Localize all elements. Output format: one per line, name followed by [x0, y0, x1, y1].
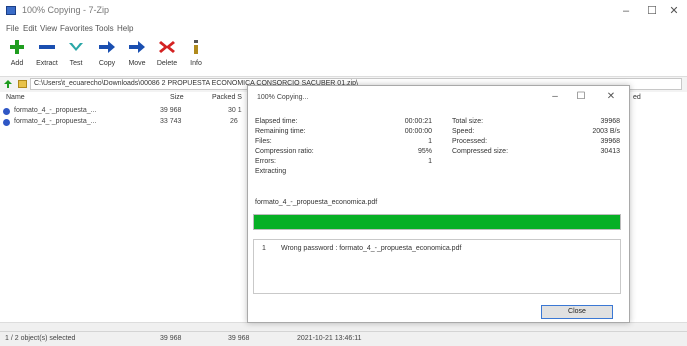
files-label: Files:	[255, 138, 272, 145]
speed-label: Speed:	[452, 128, 475, 135]
progress-bar-fill	[254, 215, 620, 229]
remaining-time-label: Remaining time:	[255, 128, 306, 135]
copy-label: Copy	[98, 60, 116, 67]
folder-icon	[18, 80, 27, 88]
title-bar: 100% Copying - 7-Zip – ☐ ✕	[0, 0, 687, 22]
status-bar: 1 / 2 object(s) selected 39 968 39 968 2…	[0, 331, 687, 346]
menu-edit[interactable]: Edit	[23, 24, 37, 33]
column-header-name[interactable]: Name	[6, 94, 25, 101]
move-label: Move	[128, 60, 146, 67]
current-file-name: formato_4_-_propuesta_economica.pdf	[255, 199, 378, 206]
file-icon	[3, 119, 10, 126]
progress-bar	[253, 214, 621, 230]
file-packed: 30 1	[228, 107, 242, 114]
total-size-value: 39968	[600, 118, 620, 125]
add-label: Add	[10, 60, 24, 67]
add-button[interactable]: Add	[4, 36, 30, 74]
remaining-time-value: 00:00:00	[404, 128, 432, 135]
move-icon	[129, 41, 145, 53]
file-row[interactable]: formato_4_-_propuesta_... 33 743 26	[0, 118, 250, 128]
message-list[interactable]: 1 Wrong password : formato_4_-_propuesta…	[253, 239, 621, 294]
extract-icon	[39, 45, 55, 49]
test-label: Test	[69, 60, 83, 67]
file-name: formato_4_-_propuesta_...	[14, 107, 97, 114]
status-size: 39 968	[160, 335, 182, 342]
message-number: 1	[262, 245, 266, 252]
operation-label: Extracting	[255, 168, 287, 175]
file-size: 33 743	[160, 118, 182, 125]
copy-icon	[99, 41, 115, 53]
list-item[interactable]: 1 Wrong password : formato_4_-_propuesta…	[254, 245, 620, 255]
compression-ratio-label: Compression ratio:	[255, 148, 314, 155]
elapsed-time-label: Elapsed time:	[255, 118, 298, 125]
file-row[interactable]: formato_4_-_propuesta_... 39 968 30 1	[0, 107, 250, 117]
menu-view[interactable]: View	[40, 24, 57, 33]
extract-button[interactable]: Extract	[34, 36, 60, 74]
compressed-size-label: Compressed size:	[452, 148, 509, 155]
column-header-size[interactable]: Size	[170, 94, 184, 101]
delete-button[interactable]: Delete	[154, 36, 180, 74]
file-icon	[3, 108, 10, 115]
test-icon	[69, 43, 83, 51]
up-folder-icon[interactable]	[3, 79, 13, 89]
window-title: 100% Copying - 7-Zip	[22, 5, 110, 15]
dialog-close-button[interactable]: ✕	[600, 90, 622, 104]
message-text: Wrong password : formato_4_-_propuesta_e…	[281, 245, 462, 252]
processed-label: Processed:	[452, 138, 488, 145]
copy-button[interactable]: Copy	[94, 36, 120, 74]
menu-tools[interactable]: Tools	[95, 24, 114, 33]
dialog-maximize-button[interactable]: ☐	[570, 90, 592, 104]
processed-value: 39968	[600, 138, 620, 145]
status-packed: 39 968	[228, 335, 250, 342]
info-label: Info	[190, 60, 202, 67]
errors-value: 1	[428, 158, 432, 165]
compression-ratio-value: 95%	[417, 148, 432, 155]
menu-bar: File Edit View Favorites Tools Help	[0, 22, 687, 36]
dialog-minimize-button[interactable]: –	[544, 90, 566, 104]
menu-help[interactable]: Help	[117, 24, 133, 33]
total-size-label: Total size:	[452, 118, 484, 125]
file-packed: 26	[230, 118, 238, 125]
toolbar: Add Extract Test Copy Move Delete Info	[0, 36, 687, 76]
speed-value: 2003 B/s	[592, 128, 620, 135]
file-name: formato_4_-_propuesta_...	[14, 118, 97, 125]
status-modified: 2021-10-21 13:46:11	[297, 335, 362, 342]
progress-dialog: 100% Copying... – ☐ ✕ Elapsed time: 00:0…	[247, 85, 630, 323]
test-button[interactable]: Test	[63, 36, 89, 74]
menu-favorites[interactable]: Favorites	[60, 24, 93, 33]
files-value: 1	[428, 138, 432, 145]
status-selected: 1 / 2 object(s) selected	[5, 335, 76, 342]
compressed-size-value: 30413	[600, 148, 620, 155]
add-icon	[10, 40, 24, 54]
close-dialog-button[interactable]: Close	[541, 305, 613, 319]
menu-file[interactable]: File	[6, 24, 19, 33]
move-button[interactable]: Move	[124, 36, 150, 74]
info-icon	[194, 40, 198, 54]
file-size: 39 968	[160, 107, 182, 114]
close-button[interactable]: ✕	[661, 3, 687, 19]
info-button[interactable]: Info	[183, 36, 209, 74]
app-icon	[6, 6, 16, 15]
minimize-button[interactable]: –	[613, 3, 639, 19]
delete-icon	[159, 41, 175, 53]
elapsed-time-value: 00:00:21	[404, 118, 432, 125]
errors-label: Errors:	[255, 158, 276, 165]
column-header-packed[interactable]: Packed S	[212, 94, 242, 101]
horizontal-scrollbar[interactable]	[0, 322, 687, 331]
column-header-extra[interactable]: ed	[633, 94, 641, 101]
dialog-title: 100% Copying...	[257, 94, 309, 101]
